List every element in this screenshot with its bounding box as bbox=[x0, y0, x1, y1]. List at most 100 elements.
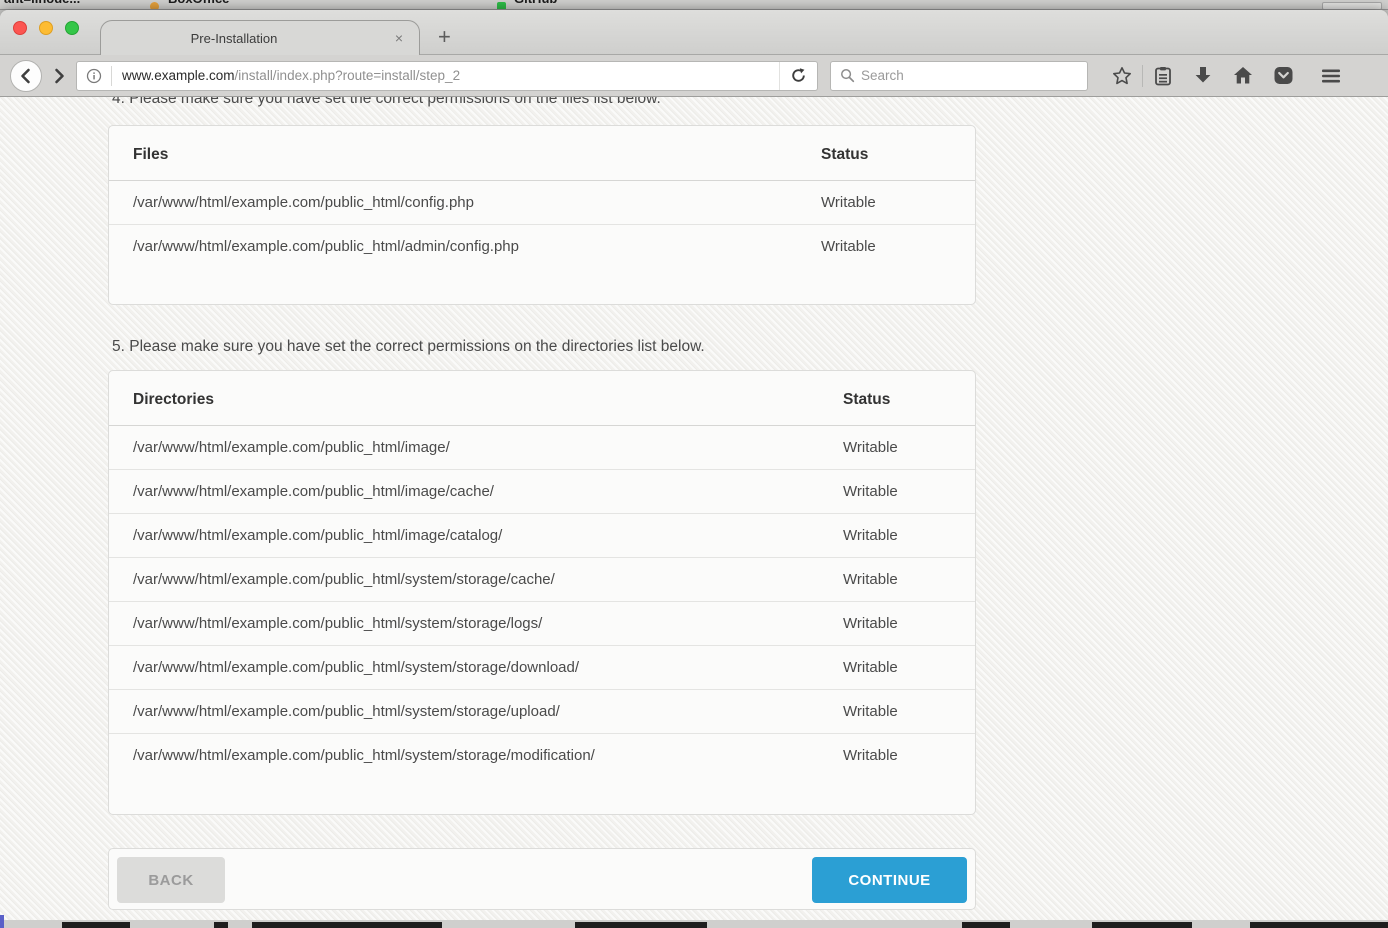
forward-button[interactable] bbox=[44, 61, 74, 91]
table-row: /var/www/html/example.com/public_html/sy… bbox=[109, 558, 975, 602]
forward-arrow-icon bbox=[51, 68, 67, 84]
clipboard-icon bbox=[1154, 66, 1172, 86]
status-badge: Writable bbox=[843, 558, 975, 602]
star-icon bbox=[1112, 66, 1132, 86]
section4-heading: 4. Please make sure you have set the cor… bbox=[112, 97, 1032, 108]
terminal-text-fragment bbox=[1250, 922, 1388, 928]
background-tab-close-icon: × bbox=[455, 0, 461, 4]
directory-path: /var/www/html/example.com/public_html/sy… bbox=[109, 602, 843, 646]
background-tab-label: BoxOffice bbox=[168, 0, 229, 6]
table-row: /var/www/html/example.com/public_html/im… bbox=[109, 426, 975, 470]
url-text[interactable]: www.example.com/install/index.php?route=… bbox=[112, 68, 779, 83]
pocket-icon bbox=[1274, 66, 1293, 85]
directory-path: /var/www/html/example.com/public_html/im… bbox=[109, 426, 843, 470]
background-window-edge bbox=[0, 915, 4, 928]
terminal-text-fragment bbox=[214, 922, 228, 928]
directory-path: /var/www/html/example.com/public_html/sy… bbox=[109, 558, 843, 602]
window-zoom-button[interactable] bbox=[65, 21, 79, 35]
terminal-text-fragment bbox=[252, 922, 442, 928]
status-badge: Writable bbox=[821, 181, 975, 225]
tab-pre-installation[interactable]: Pre-Installation × bbox=[100, 20, 420, 55]
directories-panel: Directories Status /var/www/html/example… bbox=[108, 370, 976, 815]
window-close-button[interactable] bbox=[13, 21, 27, 35]
window-minimize-button[interactable] bbox=[39, 21, 53, 35]
status-badge: Writable bbox=[843, 426, 975, 470]
back-button[interactable] bbox=[10, 60, 42, 92]
site-info-icon[interactable] bbox=[77, 68, 111, 84]
table-row: /var/www/html/example.com/public_html/co… bbox=[109, 181, 975, 225]
status-badge: Writable bbox=[843, 646, 975, 690]
search-icon bbox=[831, 68, 855, 83]
directory-path: /var/www/html/example.com/public_html/sy… bbox=[109, 690, 843, 734]
table-header-row: Directories Status bbox=[109, 371, 975, 426]
directory-path: /var/www/html/example.com/public_html/im… bbox=[109, 470, 843, 514]
home-button[interactable] bbox=[1223, 61, 1263, 91]
toolbar-icons bbox=[1102, 61, 1351, 91]
status-badge: Writable bbox=[843, 690, 975, 734]
background-tab-close-icon: × bbox=[112, 0, 118, 4]
background-tab-close-icon: × bbox=[905, 0, 911, 4]
pocket-button[interactable] bbox=[1263, 61, 1303, 91]
tab-bar: Pre-Installation × + bbox=[0, 10, 1388, 55]
new-tab-button[interactable]: + bbox=[438, 20, 451, 54]
search-placeholder: Search bbox=[855, 68, 904, 83]
status-column-header: Status bbox=[843, 371, 975, 426]
url-bar[interactable]: www.example.com/install/index.php?route=… bbox=[76, 61, 818, 91]
files-column-header: Files bbox=[109, 126, 821, 181]
terminal-text-fragment bbox=[1092, 922, 1192, 928]
terminal-text-fragment bbox=[62, 922, 130, 928]
directories-table: Directories Status /var/www/html/example… bbox=[109, 371, 975, 777]
reload-icon bbox=[790, 67, 807, 84]
section5-heading: 5. Please make sure you have set the cor… bbox=[112, 338, 1032, 356]
table-header-row: Files Status bbox=[109, 126, 975, 181]
file-path: /var/www/html/example.com/public_html/co… bbox=[109, 181, 821, 225]
background-window-button bbox=[1322, 2, 1382, 10]
navigation-toolbar: www.example.com/install/index.php?route=… bbox=[0, 55, 1388, 97]
bookmarks-menu-button[interactable] bbox=[1143, 61, 1183, 91]
table-row: /var/www/html/example.com/public_html/sy… bbox=[109, 734, 975, 778]
bookmark-star-button[interactable] bbox=[1102, 61, 1142, 91]
reload-button[interactable] bbox=[779, 62, 817, 90]
status-column-header: Status bbox=[821, 126, 975, 181]
table-row: /var/www/html/example.com/public_html/ad… bbox=[109, 225, 975, 269]
menu-button[interactable] bbox=[1311, 61, 1351, 91]
terminal-text-fragment bbox=[575, 922, 707, 928]
files-panel: Files Status /var/www/html/example.com/p… bbox=[108, 125, 976, 305]
page-content: 4. Please make sure you have set the cor… bbox=[0, 97, 1388, 928]
home-icon bbox=[1233, 66, 1253, 85]
actions-panel: BACK CONTINUE bbox=[108, 848, 976, 910]
file-path: /var/www/html/example.com/public_html/ad… bbox=[109, 225, 821, 269]
browser-window: Pre-Installation × + www.example.com/ins… bbox=[0, 10, 1388, 928]
status-badge: Writable bbox=[821, 225, 975, 269]
tab-close-icon[interactable]: × bbox=[395, 29, 403, 47]
background-window-tabstrip: ant=linode... × BoxOffice × GitHub × bbox=[0, 0, 1388, 10]
background-tab-label: ant=linode... bbox=[4, 0, 80, 6]
terminal-text-fragment bbox=[962, 922, 1010, 928]
directory-path: /var/www/html/example.com/public_html/sy… bbox=[109, 646, 843, 690]
table-row: /var/www/html/example.com/public_html/im… bbox=[109, 470, 975, 514]
table-row: /var/www/html/example.com/public_html/im… bbox=[109, 514, 975, 558]
url-path: /install/index.php?route=install/step_2 bbox=[235, 68, 461, 83]
table-row: /var/www/html/example.com/public_html/sy… bbox=[109, 690, 975, 734]
boxoffice-favicon bbox=[150, 2, 159, 10]
background-tab-label: GitHub bbox=[514, 0, 557, 6]
hamburger-icon bbox=[1321, 68, 1341, 84]
tab-title: Pre-Installation bbox=[101, 21, 367, 56]
back-step-button[interactable]: BACK bbox=[117, 857, 225, 903]
status-badge: Writable bbox=[843, 470, 975, 514]
files-table: Files Status /var/www/html/example.com/p… bbox=[109, 126, 975, 268]
github-favicon bbox=[497, 2, 506, 10]
download-icon bbox=[1194, 66, 1212, 85]
back-arrow-icon bbox=[18, 68, 34, 84]
background-terminal-strip bbox=[0, 920, 1388, 928]
search-input[interactable]: Search bbox=[830, 61, 1088, 91]
directories-column-header: Directories bbox=[109, 371, 843, 426]
continue-button[interactable]: CONTINUE bbox=[812, 857, 967, 903]
downloads-button[interactable] bbox=[1183, 61, 1223, 91]
table-row: /var/www/html/example.com/public_html/sy… bbox=[109, 602, 975, 646]
table-row: /var/www/html/example.com/public_html/sy… bbox=[109, 646, 975, 690]
status-badge: Writable bbox=[843, 602, 975, 646]
status-badge: Writable bbox=[843, 514, 975, 558]
status-badge: Writable bbox=[843, 734, 975, 778]
directory-path: /var/www/html/example.com/public_html/im… bbox=[109, 514, 843, 558]
